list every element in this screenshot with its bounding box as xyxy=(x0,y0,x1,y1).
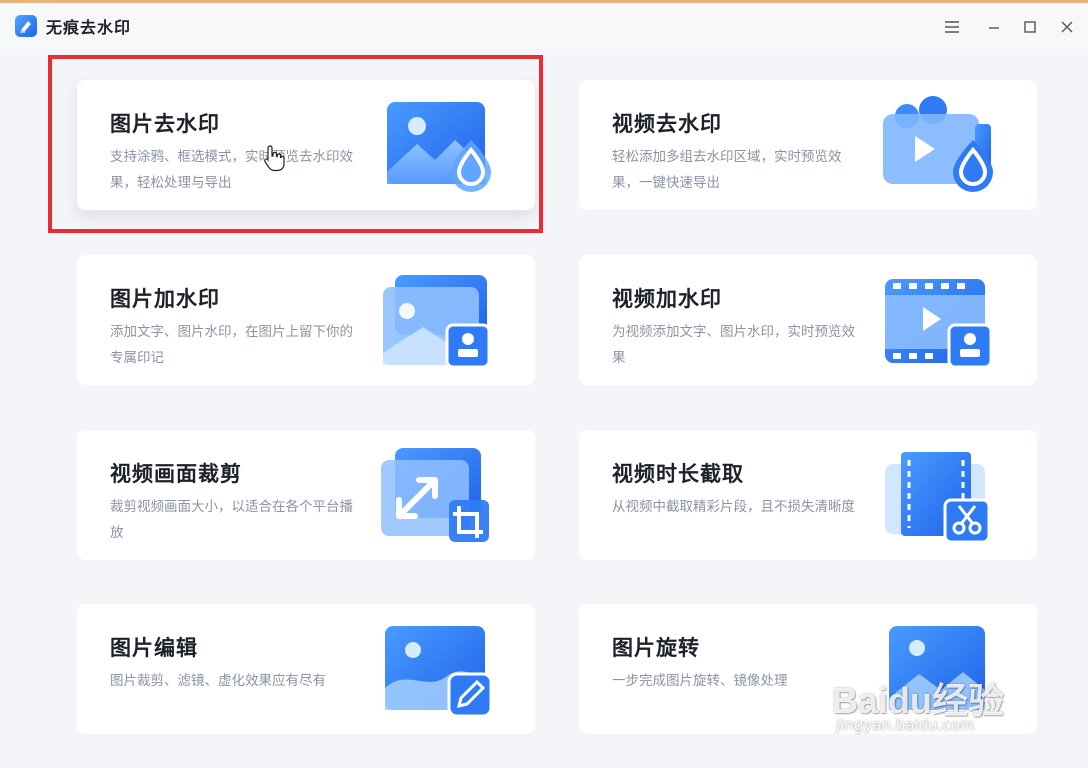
video-droplet-icon xyxy=(883,96,993,192)
maximize-icon[interactable] xyxy=(1018,15,1042,39)
app-title: 无痕去水印 xyxy=(46,18,132,37)
image-rotate-icon xyxy=(889,626,985,710)
app-logo-icon xyxy=(15,15,37,37)
card-title: 视频去水印 xyxy=(612,112,722,136)
card-description: 支持涂鸦、框选模式，实时预览去水印效果，轻松处理与导出 xyxy=(110,149,353,191)
card-video-add-watermark[interactable]: 视频加水印 为视频添加文字、图片水印，实时预览效果 xyxy=(579,255,1037,385)
card-description: 裁剪视频画面大小，以适合在各个平台播放 xyxy=(110,499,353,541)
menu-icon[interactable] xyxy=(940,15,964,39)
image-stamp-icon xyxy=(383,275,491,369)
card-description: 添加文字、图片水印，在图片上留下你的专属印记 xyxy=(110,324,353,366)
image-droplet-icon xyxy=(387,102,491,192)
image-edit-icon xyxy=(385,626,493,718)
card-description: 从视频中截取精彩片段，且不损失清晰度 xyxy=(612,499,855,515)
card-description: 一步完成图片旋转、镜像处理 xyxy=(612,673,788,689)
card-title: 图片编辑 xyxy=(110,636,198,660)
card-image-edit[interactable]: 图片编辑 图片裁剪、滤镜、虚化效果应有尽有 xyxy=(77,604,535,734)
minimize-icon[interactable] xyxy=(982,15,1006,39)
app-window: 无痕去水印 图片去水印 支持涂鸦、框选模式，实时预览去水印效果，轻松处理与导出 xyxy=(0,0,1088,768)
card-title: 图片加水印 xyxy=(110,287,220,311)
card-image-add-watermark[interactable]: 图片加水印 添加文字、图片水印，在图片上留下你的专属印记 xyxy=(77,255,535,385)
card-title: 视频时长截取 xyxy=(612,462,744,486)
resize-crop-icon xyxy=(381,448,489,542)
card-image-remove-watermark[interactable]: 图片去水印 支持涂鸦、框选模式，实时预览去水印效果，轻松处理与导出 xyxy=(77,80,535,210)
card-video-trim[interactable]: 视频时长截取 从视频中截取精彩片段，且不损失清晰度 xyxy=(579,430,1037,560)
card-image-rotate[interactable]: 图片旋转 一步完成图片旋转、镜像处理 xyxy=(579,604,1037,734)
card-description: 为视频添加文字、图片水印，实时预览效果 xyxy=(612,324,855,366)
card-title: 图片旋转 xyxy=(612,636,700,660)
card-title: 图片去水印 xyxy=(110,112,220,136)
card-title: 视频加水印 xyxy=(612,287,722,311)
card-video-remove-watermark[interactable]: 视频去水印 轻松添加多组去水印区域，实时预览效果，一键快速导出 xyxy=(579,80,1037,210)
card-title: 视频画面裁剪 xyxy=(110,462,242,486)
card-video-crop[interactable]: 视频画面裁剪 裁剪视频画面大小，以适合在各个平台播放 xyxy=(77,430,535,560)
video-stamp-icon xyxy=(885,279,993,369)
hand-cursor-icon xyxy=(264,145,285,172)
close-icon[interactable] xyxy=(1055,15,1079,39)
film-scissors-icon xyxy=(885,452,991,544)
title-bar[interactable]: 无痕去水印 xyxy=(0,3,1088,49)
card-description: 轻松添加多组去水印区域，实时预览效果，一键快速导出 xyxy=(612,149,842,191)
card-description: 图片裁剪、滤镜、虚化效果应有尽有 xyxy=(110,673,326,689)
